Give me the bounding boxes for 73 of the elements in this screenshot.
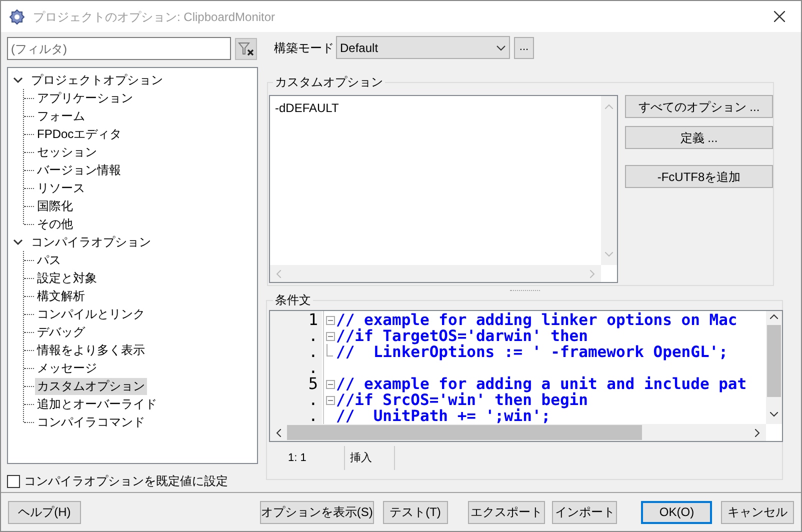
scrollbar-thumb[interactable]	[287, 425, 642, 440]
insert-mode: 挿入	[345, 446, 395, 470]
line-number: 5	[308, 376, 319, 392]
fold-icon[interactable]	[326, 380, 335, 388]
dialog-button[interactable]: OK(O)	[641, 500, 712, 524]
tree-item[interactable]: バージョン情報	[35, 162, 123, 178]
build-mode-label: 構築モード	[274, 40, 334, 56]
group-title: カスタムオプション	[273, 74, 385, 90]
filter-field[interactable]: (フィルタ)	[7, 37, 231, 60]
window-title: プロジェクトのオプション: ClipboardMonitor	[33, 8, 276, 26]
tree-item[interactable]: その他	[35, 216, 75, 232]
fold-icon[interactable]	[326, 332, 335, 340]
scroll-up-icon[interactable]	[770, 314, 778, 319]
clear-filter-button[interactable]	[235, 38, 257, 60]
dialog-button[interactable]: ヘルプ(H)	[8, 500, 81, 524]
fold-icon[interactable]	[326, 396, 335, 404]
checkbox[interactable]	[7, 474, 20, 488]
code-line: // LinkerOptions := ' -framework OpenGL';	[336, 344, 728, 360]
line-number: .	[308, 328, 319, 344]
build-mode-dropdown[interactable]: Default	[336, 36, 510, 59]
code-editor[interactable]	[269, 310, 783, 442]
group-title: 条件文	[273, 292, 313, 308]
chevron-down-icon	[496, 44, 506, 50]
tree-item[interactable]: FPDocエディタ	[35, 126, 124, 142]
code-line: //if TargetOS='darwin' then	[336, 328, 588, 344]
line-number: .	[308, 392, 319, 408]
tree-item[interactable]: パス	[35, 252, 63, 268]
scroll-left-icon[interactable]	[276, 428, 281, 436]
tree-item[interactable]: 追加とオーバーライド	[35, 396, 159, 412]
code-line: //if SrcOS='win' then begin	[336, 392, 588, 408]
tree-item[interactable]: コンパイラコマンド	[35, 414, 147, 430]
tree-item[interactable]: 構文解析	[35, 288, 87, 304]
tree-item[interactable]: 国際化	[35, 198, 75, 214]
app-icon	[9, 8, 25, 24]
code-line: // example for adding linker options on Mac	[336, 312, 738, 328]
memo-text: -dDEFAULT	[274, 100, 340, 117]
scrollbar-thumb[interactable]	[767, 325, 781, 397]
chevron-down-icon[interactable]	[13, 238, 23, 246]
tree-item[interactable]: リソース	[35, 180, 87, 196]
build-mode-more-button[interactable]: ...	[514, 36, 534, 58]
dialog-button[interactable]: テスト(T)	[382, 500, 448, 524]
tree-item[interactable]: プロジェクトオプション	[29, 71, 165, 89]
line-number: .	[308, 408, 319, 424]
dialog-button[interactable]: キャンセル	[721, 500, 794, 524]
dialog-button[interactable]: エクスポート	[468, 500, 546, 524]
tree-item[interactable]: デバッグ	[35, 324, 87, 340]
dialog-button[interactable]: インポート	[552, 500, 618, 524]
tree-item[interactable]: アプリケーション	[35, 90, 135, 106]
option-button[interactable]: 定義 ...	[625, 126, 773, 149]
chevron-down-icon[interactable]	[13, 76, 23, 84]
tree-item[interactable]: フォーム	[35, 108, 87, 124]
scroll-right-icon[interactable]	[755, 428, 760, 436]
tree-item[interactable]: 設定と対象	[35, 270, 99, 286]
option-button[interactable]: -FcUTF8を追加	[625, 165, 773, 188]
option-button[interactable]: すべてのオプション ...	[625, 95, 773, 118]
close-icon[interactable]	[774, 11, 785, 22]
code-line: // UnitPath += ';win';	[336, 408, 551, 424]
tree-item[interactable]: カスタムオプション	[35, 378, 147, 394]
tree-item[interactable]: 情報をより多く表示	[35, 342, 147, 358]
tree-item[interactable]: セッション	[35, 144, 99, 160]
tree-item[interactable]: コンパイルとリンク	[35, 306, 147, 322]
filter-clear-icon	[238, 42, 254, 56]
scroll-down-icon[interactable]	[770, 412, 778, 417]
fold-icon[interactable]	[326, 316, 335, 324]
code-line: // example for adding a unit and include pat	[336, 376, 747, 392]
cursor-position: 1: 1	[269, 446, 345, 470]
line-number: .	[308, 344, 319, 360]
dialog-button[interactable]: オプションを表示(S)	[260, 500, 374, 524]
line-number: 1	[308, 312, 319, 328]
tree-item[interactable]: メッセージ	[35, 360, 99, 376]
tree-item[interactable]: コンパイラオプション	[29, 233, 153, 251]
line-number: .	[308, 360, 319, 376]
checkbox-label: コンパイラオプションを既定値に設定	[24, 473, 228, 490]
